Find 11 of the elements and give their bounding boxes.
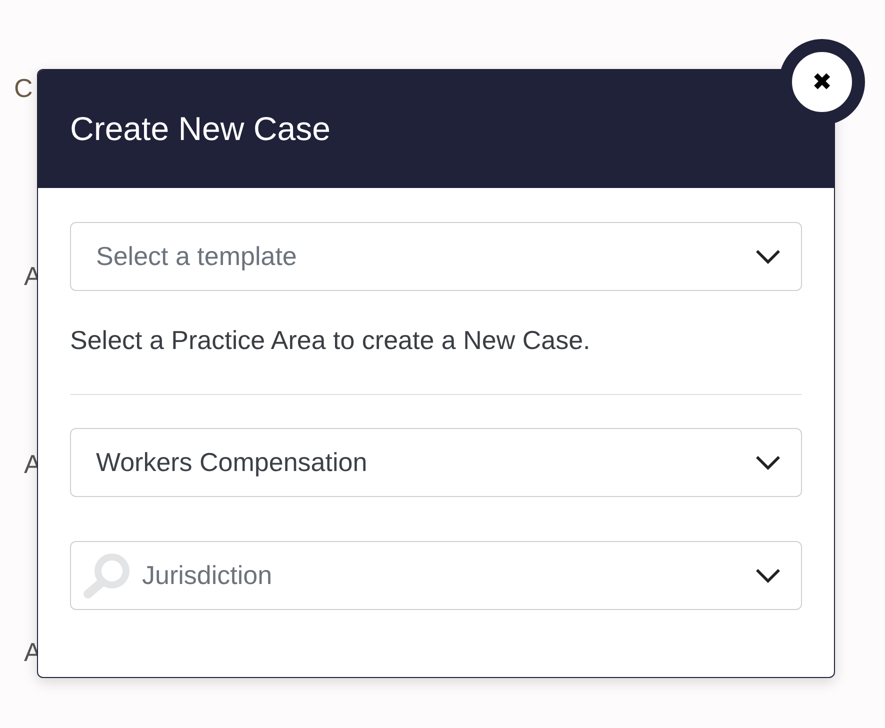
- chevron-down-icon: [755, 568, 781, 584]
- template-select[interactable]: Select a template: [70, 222, 802, 291]
- close-button[interactable]: ✖: [779, 39, 865, 125]
- instruction-text: Select a Practice Area to create a New Case.: [70, 325, 592, 356]
- chevron-down-icon: [755, 454, 781, 470]
- background-heading: C: [14, 72, 33, 104]
- chevron-down-icon: [755, 248, 781, 264]
- jurisdiction-select[interactable]: Jurisdiction: [70, 541, 802, 610]
- search-icon: [82, 552, 132, 600]
- modal-title: Create New Case: [70, 110, 330, 148]
- practice-area-select[interactable]: Workers Compensation: [70, 428, 802, 497]
